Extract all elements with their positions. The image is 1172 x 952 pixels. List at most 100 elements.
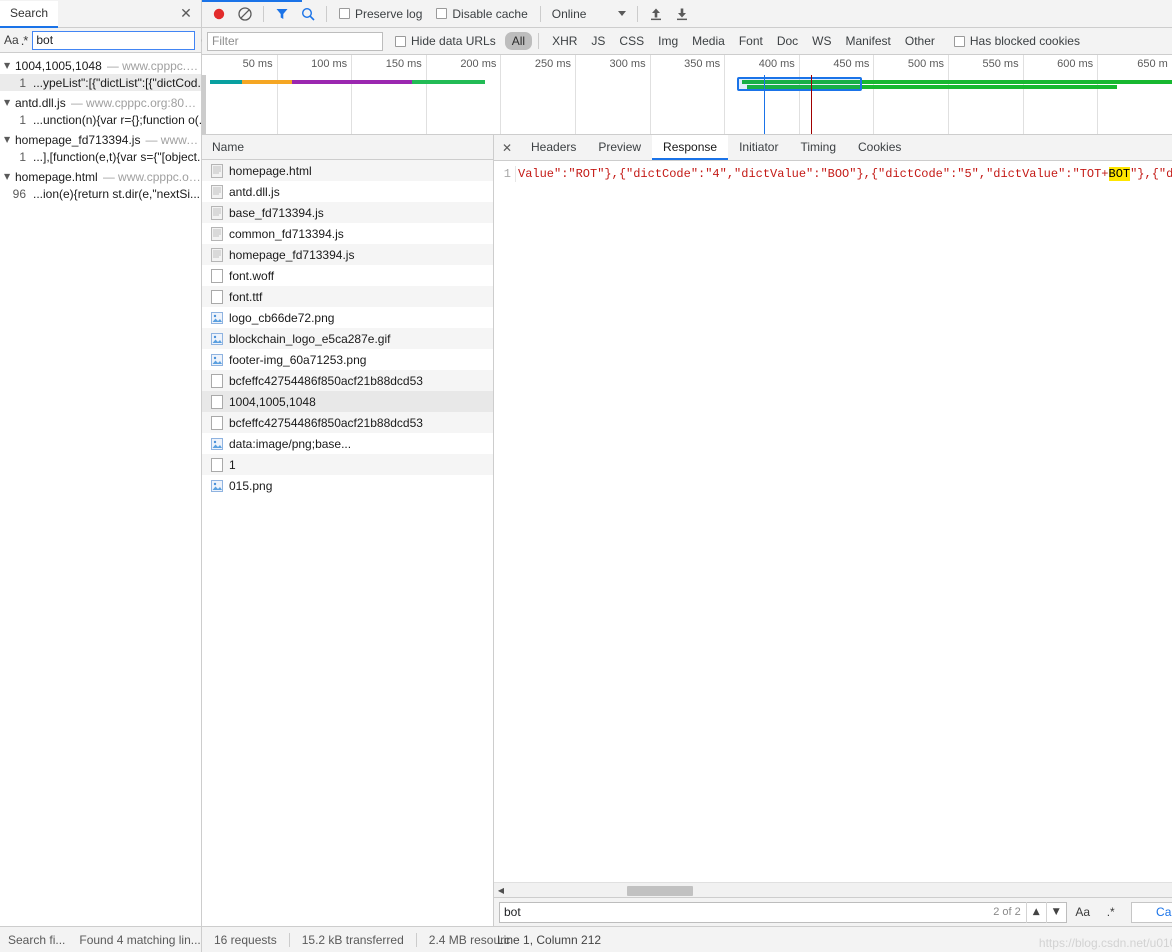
- record-icon[interactable]: [206, 2, 232, 26]
- table-row[interactable]: 1: [202, 454, 493, 475]
- image-icon: [210, 331, 223, 346]
- find-regex-button[interactable]: .*: [1099, 902, 1123, 923]
- throttle-dropdown[interactable]: Online: [552, 7, 587, 21]
- disable-cache-checkbox[interactable]: Disable cache: [436, 6, 528, 21]
- checkbox-box: [339, 8, 350, 19]
- request-name: data:image/png;base...: [229, 436, 352, 451]
- table-row[interactable]: common_fd713394.js: [202, 223, 493, 244]
- table-row[interactable]: 015.png: [202, 475, 493, 496]
- scroll-left-icon[interactable]: ◀: [494, 886, 508, 895]
- toolbar-divider: [637, 5, 639, 22]
- tab-response[interactable]: Response: [652, 135, 729, 160]
- type-filter-xhr[interactable]: XHR: [545, 32, 584, 50]
- search-result-line[interactable]: 96 ...ion(e){return st.dir(e,"nextSi...: [0, 185, 201, 202]
- overview-left-handle[interactable]: [202, 75, 206, 134]
- table-row[interactable]: 1004,1005,1048: [202, 391, 493, 412]
- disable-cache-label: Disable cache: [452, 6, 528, 21]
- type-filter-all[interactable]: All: [504, 32, 533, 50]
- find-input[interactable]: [500, 902, 994, 922]
- chevron-down-icon[interactable]: ▼: [4, 61, 15, 70]
- cancel-button[interactable]: Cancel: [1130, 901, 1172, 923]
- close-icon[interactable]: ✕: [179, 7, 193, 21]
- close-icon[interactable]: ✕: [494, 135, 520, 160]
- toolbar-divider: [326, 5, 327, 22]
- detail-tabs[interactable]: Headers Preview Response Initiator Timing Coo…: [520, 135, 912, 160]
- regex-label: .*: [20, 32, 29, 48]
- table-row[interactable]: data:image/png;base...: [202, 433, 493, 454]
- search-result-file[interactable]: ▼ homepage.html — www.cpppc.or...: [0, 168, 201, 185]
- horizontal-scrollbar[interactable]: ◀: [494, 882, 1172, 897]
- search-results[interactable]: ▼ 1004,1005,1048— www.cpppc.or... 1 ...ypeL…: [0, 53, 201, 926]
- find-match-case-button[interactable]: Aa: [1071, 902, 1095, 923]
- request-column-header[interactable]: Name: [202, 135, 493, 160]
- table-row[interactable]: font.woff: [202, 265, 493, 286]
- tab-timing[interactable]: Timing: [789, 135, 847, 160]
- response-body[interactable]: 1 Value":"ROT"},{"dictCode":"4","dictVal…: [494, 161, 1172, 897]
- type-filter-other[interactable]: Other: [898, 32, 942, 50]
- search-result-file[interactable]: ▼ homepage_fd713394.js — www.c...: [0, 131, 201, 148]
- tab-search[interactable]: Search: [0, 0, 59, 28]
- search-result-line[interactable]: 1 ...],[function(e,t){var s={"[object...: [0, 148, 201, 165]
- response-text[interactable]: Value":"ROT"},{"dictCode":"4","dictValue…: [516, 166, 1172, 182]
- type-filter-img[interactable]: Img: [651, 32, 685, 50]
- search-result-file[interactable]: ▼ 1004,1005,1048 — www.cpppc.or...: [0, 57, 201, 74]
- hide-data-urls-checkbox[interactable]: Hide data URLs: [395, 34, 496, 48]
- overview-tick-label: 150 ms: [385, 58, 422, 70]
- network-overview-timeline[interactable]: 50 ms 100 ms 150 ms 200 ms 250 ms 300 ms 350 m…: [202, 55, 1172, 135]
- download-icon[interactable]: [669, 2, 695, 26]
- type-filter-manifest[interactable]: Manifest: [839, 32, 898, 50]
- chevron-down-icon[interactable]: ▼: [4, 172, 15, 181]
- type-filter-ws[interactable]: WS: [805, 32, 838, 50]
- search-found-count: Found 4 matching lin...: [79, 932, 201, 947]
- overview-tick-label: 600 ms: [1057, 58, 1094, 70]
- overview-selection-window[interactable]: [737, 77, 862, 91]
- table-row[interactable]: font.ttf: [202, 286, 493, 307]
- search-icon[interactable]: [295, 2, 321, 26]
- tab-initiator[interactable]: Initiator: [728, 135, 789, 160]
- table-row[interactable]: homepage_fd713394.js: [202, 244, 493, 265]
- request-rows[interactable]: homepage.html antd.dll.js base_fd713394.js…: [202, 160, 493, 926]
- chevron-down-icon[interactable]: ▼: [4, 98, 15, 107]
- search-result-file[interactable]: ▼ antd.dll.js — www.cpppc.org:8082...: [0, 94, 201, 111]
- resource-type-filters[interactable]: All XHR JS CSS Img Media Font Doc WS Manifest Othe…: [504, 32, 942, 50]
- tab-headers[interactable]: Headers: [520, 135, 587, 160]
- table-row[interactable]: logo_cb66de72.png: [202, 307, 493, 328]
- search-result-line[interactable]: 1 ...unction(n){var r={};function o(...: [0, 111, 201, 128]
- type-filter-media[interactable]: Media: [685, 32, 732, 50]
- find-next-button[interactable]: ▼: [1045, 901, 1066, 923]
- tab-cookies[interactable]: Cookies: [847, 135, 912, 160]
- search-input[interactable]: [32, 30, 196, 50]
- regex-button[interactable]: .*: [20, 30, 29, 50]
- clear-icon[interactable]: [232, 2, 258, 26]
- table-row[interactable]: antd.dll.js: [202, 181, 493, 202]
- type-filter-js[interactable]: JS: [584, 32, 612, 50]
- table-row[interactable]: homepage.html: [202, 160, 493, 181]
- type-filter-font[interactable]: Font: [732, 32, 770, 50]
- find-prev-button[interactable]: ▲: [1025, 901, 1046, 923]
- table-row[interactable]: base_fd713394.js: [202, 202, 493, 223]
- preserve-log-checkbox[interactable]: Preserve log: [339, 7, 422, 21]
- table-row[interactable]: bcfeffc42754486f850acf21b88dcd53: [202, 412, 493, 433]
- chevron-down-icon[interactable]: ▼: [4, 135, 15, 144]
- image-icon: [210, 436, 223, 451]
- overview-tick: [1097, 55, 1099, 134]
- filter-icon[interactable]: [269, 2, 295, 26]
- search-result-url: — www.c...: [145, 132, 201, 147]
- cancel-label: Cancel: [1156, 905, 1172, 919]
- tab-preview[interactable]: Preview: [587, 135, 652, 160]
- upload-icon[interactable]: [643, 2, 669, 26]
- request-name: homepage_fd713394.js: [229, 247, 355, 262]
- table-row[interactable]: blockchain_logo_e5ca287e.gif: [202, 328, 493, 349]
- search-status-bar: Search fi... Found 4 matching lin...: [0, 926, 201, 952]
- table-row[interactable]: bcfeffc42754486f850acf21b88dcd53: [202, 370, 493, 391]
- table-row[interactable]: footer-img_60a71253.png: [202, 349, 493, 370]
- overview-tick-label: 50 ms: [242, 58, 273, 70]
- blocked-cookies-checkbox[interactable]: Has blocked cookies: [953, 34, 1080, 48]
- throttle-caret[interactable]: [618, 11, 627, 16]
- filter-input[interactable]: [207, 31, 383, 51]
- scrollbar-thumb[interactable]: [627, 886, 693, 896]
- match-case-button[interactable]: Aa: [4, 30, 19, 50]
- search-result-line[interactable]: 1 ...ypeList":[{"dictList":[{"dictCod...: [0, 74, 201, 91]
- type-filter-css[interactable]: CSS: [612, 32, 651, 50]
- type-filter-doc[interactable]: Doc: [770, 32, 805, 50]
